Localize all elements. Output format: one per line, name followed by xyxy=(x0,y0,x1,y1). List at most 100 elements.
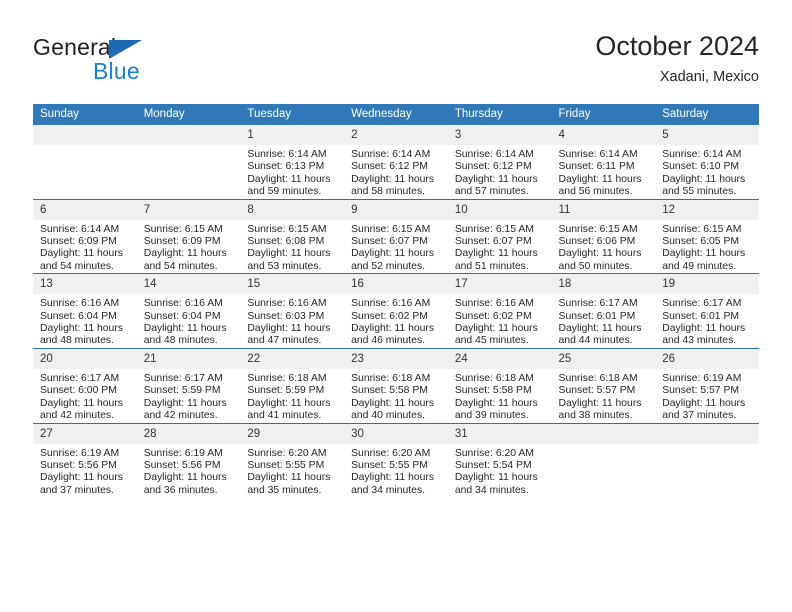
sunrise-text: Sunrise: 6:18 AM xyxy=(247,372,327,384)
day-number: 18 xyxy=(551,274,656,295)
calendar-day-cell[interactable]: 17 Sunrise: 6:16 AM Sunset: 6:02 PM Dayligh… xyxy=(447,273,552,349)
sunrise-text: Sunrise: 6:15 AM xyxy=(351,223,431,235)
sunrise-text: Sunrise: 6:17 AM xyxy=(662,298,742,310)
calendar-day-cell[interactable]: 4 Sunrise: 6:14 AM Sunset: 6:11 PM Daylight… xyxy=(551,125,656,200)
calendar-day-cell[interactable]: 7 Sunrise: 6:15 AM Sunset: 6:09 PM Daylight… xyxy=(136,198,241,274)
calendar-day-cell[interactable]: 11 Sunrise: 6:15 AM Sunset: 6:06 PM Dayligh… xyxy=(551,198,656,274)
day-number: 28 xyxy=(136,423,241,444)
calendar-week-row: 13 Sunrise: 6:16 AM Sunset: 6:04 PM Dayligh… xyxy=(33,273,759,349)
sunset-text: Sunset: 6:00 PM xyxy=(40,385,117,397)
sunrise-text: Sunrise: 6:20 AM xyxy=(247,447,327,459)
weekday-header-friday: Friday xyxy=(551,104,656,125)
sunset-text: Sunset: 5:58 PM xyxy=(351,385,428,397)
weekday-header-saturday: Saturday xyxy=(655,104,759,125)
daylight-text: Daylight: 11 hours and 58 minutes. xyxy=(351,173,435,198)
day-details: Sunrise: 6:15 AM Sunset: 6:05 PM Daylight:… xyxy=(655,220,759,274)
calendar-day-cell[interactable]: 6 Sunrise: 6:14 AM Sunset: 6:09 PM Daylight… xyxy=(33,198,137,274)
sunrise-text: Sunrise: 6:14 AM xyxy=(40,223,120,235)
calendar-day-cell[interactable]: 24 Sunrise: 6:18 AM Sunset: 5:58 PM Dayligh… xyxy=(447,347,552,423)
daylight-text: Daylight: 11 hours and 42 minutes. xyxy=(40,397,123,422)
day-details: Sunrise: 6:17 AM Sunset: 6:00 PM Daylight:… xyxy=(33,369,137,423)
calendar-day-cell[interactable]: 16 Sunrise: 6:16 AM Sunset: 6:02 PM Dayligh… xyxy=(344,273,448,349)
calendar-week-row: 6 Sunrise: 6:14 AM Sunset: 6:09 PM Daylight… xyxy=(33,198,759,274)
day-details: Sunrise: 6:18 AM Sunset: 5:59 PM Daylight:… xyxy=(240,369,344,423)
day-number: 26 xyxy=(655,348,759,369)
calendar-day-cell[interactable]: 28 Sunrise: 6:19 AM Sunset: 5:56 PM Dayligh… xyxy=(136,422,241,498)
daylight-text: Daylight: 11 hours and 44 minutes. xyxy=(558,323,642,347)
sunrise-text: Sunrise: 6:14 AM xyxy=(454,149,534,160)
calendar-day-cell[interactable]: 3 Sunrise: 6:14 AM Sunset: 6:12 PM Daylight… xyxy=(447,125,552,200)
sunset-text: Sunset: 6:10 PM xyxy=(662,161,740,173)
day-details: Sunrise: 6:15 AM Sunset: 6:08 PM Daylight:… xyxy=(240,220,344,274)
sunrise-text: Sunrise: 6:17 AM xyxy=(40,372,120,384)
sunrise-text: Sunrise: 6:18 AM xyxy=(558,372,638,384)
calendar-day-cell[interactable]: 19 Sunrise: 6:17 AM Sunset: 6:01 PM Dayligh… xyxy=(655,273,759,349)
location-subtitle: Xadani, Mexico xyxy=(659,69,759,85)
day-details: Sunrise: 6:14 AM Sunset: 6:11 PM Daylight:… xyxy=(552,145,656,199)
calendar-day-cell[interactable]: 23 Sunrise: 6:18 AM Sunset: 5:58 PM Dayligh… xyxy=(344,347,448,423)
sunrise-text: Sunrise: 6:19 AM xyxy=(40,447,120,459)
calendar-day-cell[interactable]: 21 Sunrise: 6:17 AM Sunset: 5:59 PM Dayligh… xyxy=(136,347,241,423)
sunset-text: Sunset: 6:03 PM xyxy=(247,310,325,322)
general-blue-logo[interactable]: General Blue xyxy=(33,34,263,86)
weekday-header-monday: Monday xyxy=(136,104,241,125)
calendar-day-cell[interactable]: 27 Sunrise: 6:19 AM Sunset: 5:56 PM Dayligh… xyxy=(33,422,137,498)
calendar-day-cell[interactable]: 8 Sunrise: 6:15 AM Sunset: 6:08 PM Daylight… xyxy=(240,198,345,274)
day-details: Sunrise: 6:17 AM Sunset: 6:01 PM Daylight:… xyxy=(552,294,656,348)
calendar-day-cell[interactable]: 26 Sunrise: 6:19 AM Sunset: 5:57 PM Dayligh… xyxy=(655,347,759,423)
calendar-day-cell[interactable]: 12 Sunrise: 6:15 AM Sunset: 6:05 PM Dayligh… xyxy=(655,198,759,274)
day-details: Sunrise: 6:14 AM Sunset: 6:12 PM Daylight:… xyxy=(344,145,448,199)
daylight-text: Daylight: 11 hours and 41 minutes. xyxy=(247,397,331,422)
sunrise-text: Sunrise: 6:19 AM xyxy=(143,447,223,459)
sunset-text: Sunset: 5:59 PM xyxy=(247,385,325,397)
day-number xyxy=(655,423,759,444)
sunset-text: Sunset: 6:09 PM xyxy=(40,236,117,248)
day-details: Sunrise: 6:14 AM Sunset: 6:13 PM Daylight:… xyxy=(240,145,344,199)
calendar-day-cell[interactable]: 30 Sunrise: 6:20 AM Sunset: 5:55 PM Dayligh… xyxy=(344,422,448,498)
day-number xyxy=(551,423,656,444)
day-details: Sunrise: 6:17 AM Sunset: 6:01 PM Daylight:… xyxy=(655,294,759,348)
sunset-text: Sunset: 5:56 PM xyxy=(143,459,221,471)
calendar-day-cell[interactable]: 29 Sunrise: 6:20 AM Sunset: 5:55 PM Dayligh… xyxy=(240,422,345,498)
calendar-day-cell[interactable]: 2 Sunrise: 6:14 AM Sunset: 6:12 PM Daylight… xyxy=(344,125,448,200)
sunset-text: Sunset: 6:12 PM xyxy=(351,161,428,173)
sunrise-text: Sunrise: 6:16 AM xyxy=(454,298,534,310)
logo-row: General xyxy=(33,34,263,60)
sunset-text: Sunset: 6:07 PM xyxy=(454,236,532,248)
calendar-day-cell[interactable]: 14 Sunrise: 6:16 AM Sunset: 6:04 PM Dayligh… xyxy=(136,273,241,349)
calendar-day-cell[interactable]: 5 Sunrise: 6:14 AM Sunset: 6:10 PM Daylight… xyxy=(655,125,759,200)
day-details: Sunrise: 6:20 AM Sunset: 5:55 PM Daylight:… xyxy=(240,444,344,498)
calendar-day-cell[interactable]: 22 Sunrise: 6:18 AM Sunset: 5:59 PM Dayligh… xyxy=(240,347,345,423)
daylight-text: Daylight: 11 hours and 48 minutes. xyxy=(40,323,123,347)
calendar-day-cell[interactable]: 10 Sunrise: 6:15 AM Sunset: 6:07 PM Dayligh… xyxy=(447,198,552,274)
sunrise-text: Sunrise: 6:15 AM xyxy=(454,223,534,235)
calendar-day-cell[interactable]: 9 Sunrise: 6:15 AM Sunset: 6:07 PM Daylight… xyxy=(344,198,448,274)
logo-text-blue: Blue xyxy=(93,58,140,84)
day-number: 14 xyxy=(136,274,241,295)
calendar-day-cell[interactable]: 1 Sunrise: 6:14 AM Sunset: 6:13 PM Daylight… xyxy=(240,125,345,200)
calendar-day-cell[interactable]: 13 Sunrise: 6:16 AM Sunset: 6:04 PM Dayligh… xyxy=(33,273,137,349)
day-number: 21 xyxy=(136,348,241,369)
day-number: 13 xyxy=(33,274,137,295)
calendar-day-cell[interactable]: 18 Sunrise: 6:17 AM Sunset: 6:01 PM Dayligh… xyxy=(551,273,656,349)
day-number: 5 xyxy=(655,125,759,145)
day-number: 19 xyxy=(655,274,759,295)
sunset-text: Sunset: 5:57 PM xyxy=(662,385,740,397)
sunrise-text: Sunrise: 6:15 AM xyxy=(143,223,223,235)
calendar-day-cell-empty xyxy=(551,422,656,498)
daylight-text: Daylight: 11 hours and 35 minutes. xyxy=(247,472,331,496)
calendar-day-cell[interactable]: 20 Sunrise: 6:17 AM Sunset: 6:00 PM Dayligh… xyxy=(33,347,137,423)
day-number: 10 xyxy=(447,199,552,220)
daylight-text: Daylight: 11 hours and 55 minutes. xyxy=(662,173,746,198)
calendar-day-cell[interactable]: 31 Sunrise: 6:20 AM Sunset: 5:54 PM Dayligh… xyxy=(447,422,552,498)
calendar-day-cell[interactable]: 25 Sunrise: 6:18 AM Sunset: 5:57 PM Dayligh… xyxy=(551,347,656,423)
daylight-text: Daylight: 11 hours and 37 minutes. xyxy=(662,397,746,422)
day-details: Sunrise: 6:17 AM Sunset: 5:59 PM Daylight:… xyxy=(137,369,241,423)
daylight-text: Daylight: 11 hours and 56 minutes. xyxy=(558,173,642,198)
daylight-text: Daylight: 11 hours and 39 minutes. xyxy=(454,397,538,422)
calendar-day-cell[interactable]: 15 Sunrise: 6:16 AM Sunset: 6:03 PM Dayligh… xyxy=(240,273,345,349)
day-number: 15 xyxy=(240,274,345,295)
day-details: Sunrise: 6:19 AM Sunset: 5:56 PM Daylight:… xyxy=(33,444,137,498)
day-details: Sunrise: 6:14 AM Sunset: 6:12 PM Daylight:… xyxy=(448,145,552,199)
calendar-day-cell-empty xyxy=(655,422,759,498)
